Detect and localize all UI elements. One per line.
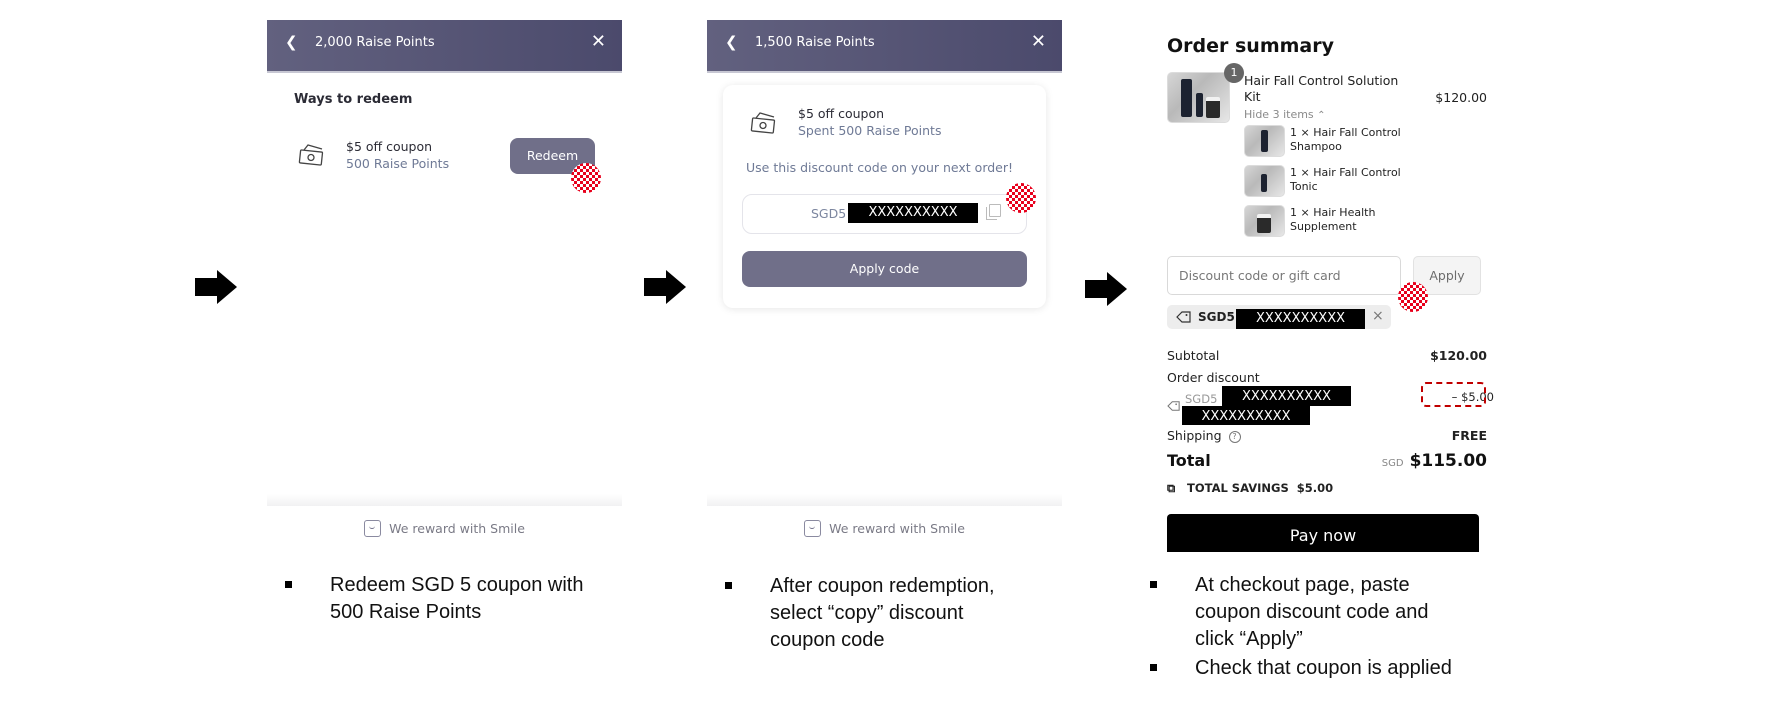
tag-icon	[1167, 401, 1180, 411]
applied-discount-chip: SGD5 XXXXXXXXXX ×	[1167, 305, 1391, 329]
redacted-code: XXXXXXXXXX	[1236, 309, 1365, 329]
bullet-icon	[1150, 581, 1157, 588]
order-summary-title: Order summary	[1167, 35, 1335, 57]
coupon-spent: Spent 500 Raise Points	[798, 123, 942, 138]
cash-bill-icon	[298, 144, 324, 166]
component-item: 1 × Hair Fall Control Shampoo	[1290, 126, 1401, 153]
smile-rewards-panel-step1: ❮ 2,000 Raise Points ✕ Ways to redeem $5…	[267, 20, 622, 540]
order-discount-label: Order discount	[1167, 370, 1260, 385]
remove-discount-icon[interactable]: ×	[1372, 308, 1384, 324]
shipping-value: FREE	[1451, 428, 1487, 443]
arrow-right-icon	[195, 270, 237, 304]
divider	[267, 494, 622, 506]
component-thumbnail	[1244, 165, 1285, 197]
reward-name: $5 off coupon	[346, 139, 433, 154]
click-marker	[1398, 282, 1428, 312]
product-name: Hair Fall Control Solution Kit	[1244, 73, 1399, 104]
component-thumbnail	[1244, 205, 1285, 237]
tags-icon: ⧉	[1167, 481, 1176, 495]
bullet-icon	[725, 582, 732, 589]
product-price: $120.00	[1435, 90, 1487, 105]
component-item: 1 × Hair Health Supplement	[1290, 206, 1376, 233]
section-title: Ways to redeem	[294, 92, 413, 107]
arrow-right-icon	[644, 270, 686, 304]
subtotal-label: Subtotal	[1167, 348, 1220, 363]
arrow-right-icon	[1085, 272, 1127, 306]
shipping-label: Shipping ?	[1167, 428, 1241, 443]
hide-items-toggle[interactable]: Hide 3 items ⌃	[1244, 108, 1326, 121]
product-thumbnail	[1167, 72, 1230, 123]
code-prefix: SGD5	[811, 206, 847, 221]
highlight-box	[1421, 382, 1486, 407]
divider	[707, 494, 1062, 506]
smile-footer[interactable]: We reward with Smile	[267, 520, 622, 537]
bullet-icon	[1150, 664, 1157, 671]
chevron-left-icon[interactable]: ❮	[285, 33, 298, 51]
reward-item: $5 off coupon 500 Raise Points	[346, 139, 449, 171]
discount-code-prefix: SGD5	[1185, 392, 1218, 406]
coupon-name: $5 off coupon	[798, 106, 885, 121]
discount-placeholder: Discount code or gift card	[1179, 268, 1341, 283]
chevron-left-icon[interactable]: ❮	[725, 33, 738, 51]
cash-bill-icon	[750, 112, 776, 134]
component-item: 1 × Hair Fall Control Tonic	[1290, 166, 1401, 193]
smile-icon	[364, 520, 382, 537]
coupon-card: $5 off coupon Spent 500 Raise Points Use…	[723, 85, 1046, 308]
footer-text: We reward with Smile	[389, 521, 525, 536]
smile-rewards-panel-step2: ❮ 1,500 Raise Points ✕ $5 off coupon Spe…	[707, 20, 1062, 540]
pay-now-button[interactable]: Pay now	[1167, 514, 1479, 552]
copy-icon[interactable]	[986, 204, 1001, 220]
redacted-code: XXXXXXXXXX	[848, 203, 978, 223]
total-value: $115.00	[1409, 451, 1487, 471]
coupon-info: $5 off coupon Spent 500 Raise Points	[798, 106, 941, 138]
total-amount: SGD $115.00	[1382, 451, 1487, 471]
footer-text: We reward with Smile	[829, 521, 965, 536]
click-marker	[571, 163, 601, 193]
total-label: Total	[1167, 451, 1211, 470]
discount-code-input[interactable]: Discount code or gift card	[1167, 256, 1401, 295]
smile-icon	[804, 520, 822, 537]
help-circle-icon[interactable]: ?	[1228, 431, 1241, 443]
chip-code-prefix: SGD5	[1198, 310, 1235, 324]
smile-footer[interactable]: We reward with Smile	[707, 520, 1062, 537]
panel-header: ❮ 1,500 Raise Points ✕	[707, 20, 1062, 73]
close-icon[interactable]: ✕	[1031, 31, 1046, 52]
instruction-text: Use this discount code on your next orde…	[746, 160, 1014, 175]
panel-header: ❮ 2,000 Raise Points ✕	[267, 20, 622, 73]
bullet-icon	[285, 581, 292, 588]
click-marker	[1006, 183, 1036, 213]
apply-code-button[interactable]: Apply code	[742, 251, 1027, 287]
total-currency: SGD	[1381, 458, 1404, 469]
points-balance: 1,500 Raise Points	[755, 35, 875, 50]
total-savings: ⧉ TOTAL SAVINGS $5.00	[1167, 481, 1334, 495]
redacted-code: XXXXXXXXXX	[1222, 386, 1351, 406]
discount-code-field[interactable]: SGD5 XXXXXXXXXX	[742, 194, 1027, 234]
close-icon[interactable]: ✕	[591, 31, 606, 52]
subtotal-value: $120.00	[1430, 348, 1487, 363]
quantity-badge: 1	[1224, 63, 1244, 83]
chevron-up-icon: ⌃	[1317, 110, 1326, 121]
component-thumbnail	[1244, 125, 1285, 157]
redacted-code: XXXXXXXXXX	[1182, 406, 1310, 425]
points-balance: 2,000 Raise Points	[315, 35, 435, 50]
reward-cost: 500 Raise Points	[346, 156, 450, 171]
tag-icon	[1176, 311, 1191, 323]
